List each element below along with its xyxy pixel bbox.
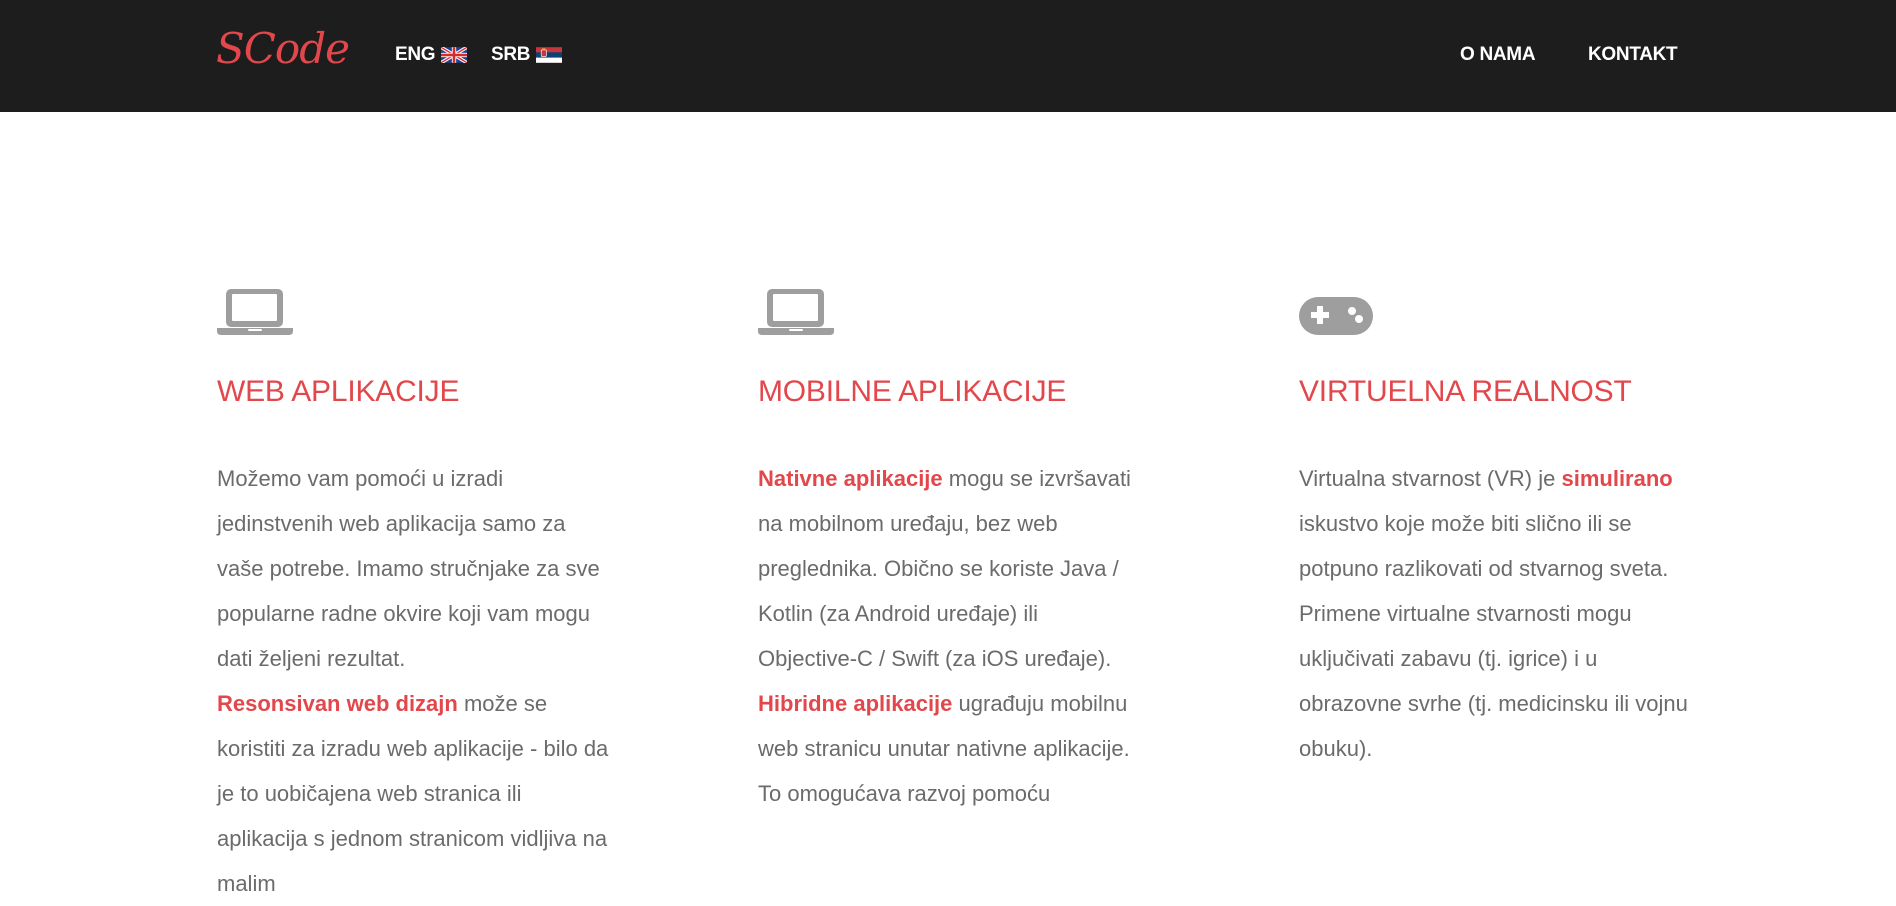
service-highlight: Resonsivan web dizajn: [217, 691, 458, 716]
service-mobile-apps: MOBILNE APLIKACIJE Nativne aplikacije mo…: [758, 285, 1178, 816]
gamepad-icon: [1299, 285, 1375, 337]
service-description: Možemo vam pomoći u izradi jedinstvenih …: [217, 456, 617, 906]
service-title: VIRTUELNA REALNOST: [1299, 375, 1632, 408]
service-description: Virtualna stvarnost (VR) je simulirano i…: [1299, 456, 1689, 771]
top-navbar: SCode ENG SRB O NAMA KONTAKT: [0, 0, 1896, 112]
nav-contact-link[interactable]: KONTAKT: [1588, 44, 1678, 66]
service-highlight: Nativne aplikacije: [758, 466, 943, 491]
uk-flag-icon: [441, 47, 468, 63]
service-title: MOBILNE APLIKACIJE: [758, 375, 1067, 408]
service-text: iskustvo koje može biti slično ili se po…: [1299, 511, 1688, 761]
language-srb-label: SRB: [491, 44, 531, 65]
service-text: Možemo vam pomoći u izradi jedinstvenih …: [217, 466, 600, 671]
service-description: Nativne aplikacije mogu se izvršavati na…: [758, 456, 1138, 816]
service-virtual-reality: VIRTUELNA REALNOST Virtualna stvarnost (…: [1299, 285, 1719, 771]
language-eng-button[interactable]: ENG: [395, 44, 468, 66]
service-text: može se koristiti za izradu web aplikaci…: [217, 691, 609, 896]
serbia-flag-icon: [536, 47, 563, 63]
nav-about-link[interactable]: O NAMA: [1460, 44, 1536, 66]
laptop-icon: [758, 285, 834, 337]
service-title: WEB APLIKACIJE: [217, 375, 460, 408]
language-eng-label: ENG: [395, 44, 436, 65]
logo[interactable]: SCode: [216, 28, 350, 70]
service-text: Virtualna stvarnost (VR) je: [1299, 466, 1562, 491]
language-srb-button[interactable]: SRB: [491, 44, 563, 66]
service-text: To omogućava razvoj pomoću: [758, 781, 1051, 806]
service-web-apps: WEB APLIKACIJE Možemo vam pomoći u izrad…: [217, 285, 637, 906]
laptop-icon: [217, 285, 293, 337]
service-text: mogu se izvršavati na mobilnom uređaju, …: [758, 466, 1131, 671]
service-highlight: simulirano: [1561, 466, 1673, 491]
service-highlight: Hibridne aplikacije: [758, 691, 953, 716]
